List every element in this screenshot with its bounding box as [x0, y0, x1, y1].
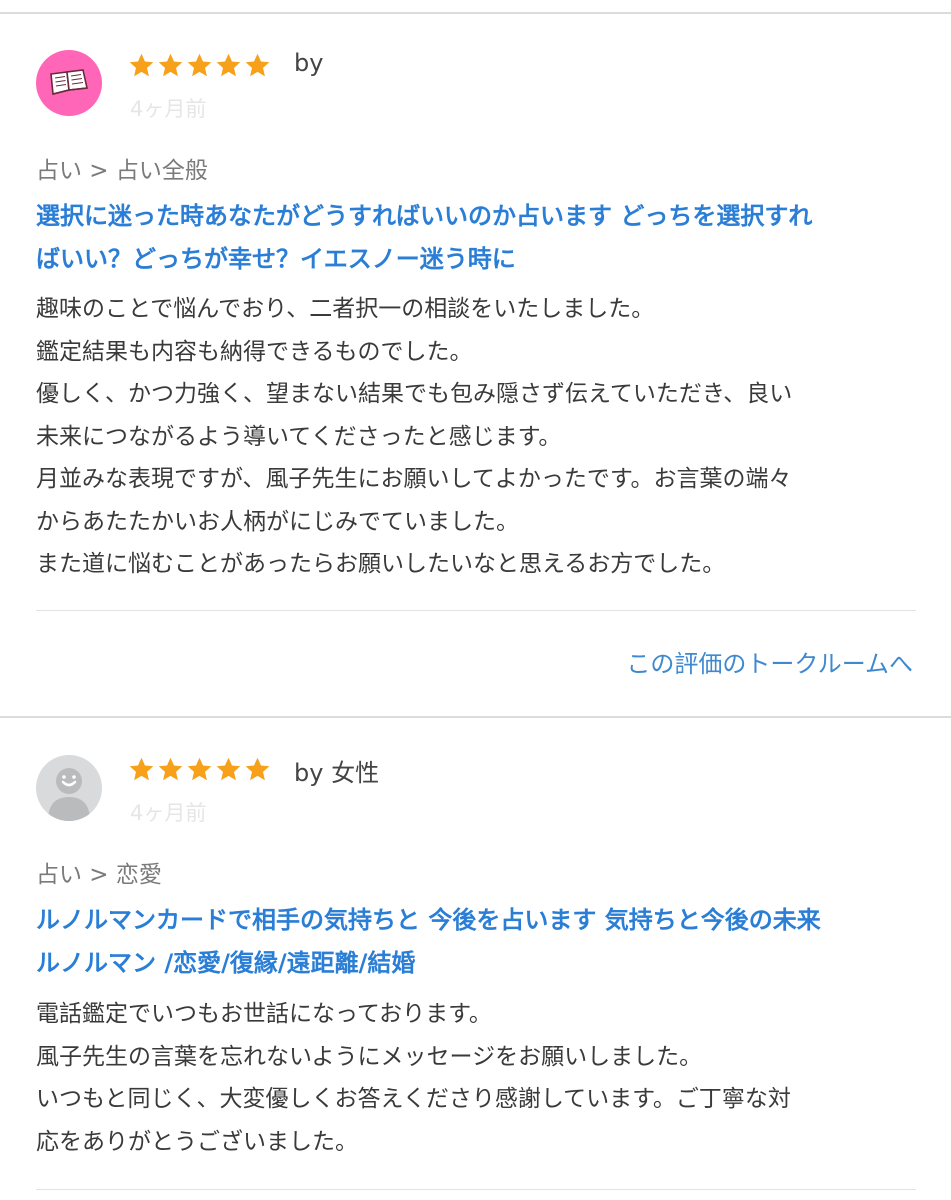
title-line: ルノルマンカードで相手の気持ちと 今後を占います 気持ちと今後の未来 — [36, 906, 821, 934]
review-body: 趣味のことで悩んでおり、二者択一の相談をいたしました。 鑑定結果も内容も納得でき… — [36, 288, 926, 586]
divider — [36, 610, 916, 611]
star-icon — [245, 757, 270, 781]
review-date: 4ヶ月前 — [130, 97, 207, 121]
divider — [36, 1189, 916, 1190]
breadcrumb: 占い > 恋愛 — [36, 862, 162, 888]
book-icon — [50, 69, 88, 96]
title-line: 選択に迷った時あなたがどうすればいいのか占います どっちを選択すれ — [36, 202, 813, 230]
rating-stars — [128, 756, 271, 783]
star-icon — [216, 53, 241, 77]
review-divider — [0, 716, 951, 718]
avatar[interactable] — [36, 755, 102, 821]
body-line: いつもと同じく、大変優しくお答えくださり感謝しています。ご丁寧な対 — [36, 1086, 791, 1112]
body-line: 未来につながるよう導いてくださったと感じます。 — [36, 423, 562, 450]
star-icon — [187, 53, 212, 77]
title-line: ばいい？どっちが幸せ？イエスノー迷う時に — [36, 245, 516, 273]
avatar[interactable] — [36, 50, 102, 116]
star-icon — [158, 53, 183, 77]
body-line: 鑑定結果も内容も納得できるものでした。 — [36, 338, 473, 365]
star-icon — [216, 757, 241, 781]
star-icon — [187, 757, 212, 781]
reviewer-name: by — [294, 49, 324, 77]
title-line: ルノルマン /恋愛/復縁/遠距離/結婚 — [36, 949, 416, 977]
body-line: 趣味のことで悩んでおり、二者択一の相談をいたしました。 — [36, 296, 655, 322]
service-title-link[interactable]: 選択に迷った時あなたがどうすればいいのか占います どっちを選択すれ ばいい？どっ… — [36, 195, 916, 281]
body-line: 応をありがとうございました。 — [36, 1128, 358, 1155]
reviewer-name: by 女性 — [294, 759, 380, 787]
body-line: 優しく、かつ力強く、望まない結果でも包み隠さず伝えていただき、良い — [36, 381, 793, 407]
body-line: 月並みな表現ですが、風子先生にお願いしてよかったです。お言葉の端々 — [36, 466, 792, 492]
body-line: 風子先生の言葉を忘れないようにメッセージをお願いしました。 — [36, 1043, 703, 1070]
star-icon — [158, 757, 183, 781]
star-icon — [129, 53, 154, 77]
review-date: 4ヶ月前 — [130, 801, 207, 825]
body-line: 電話鑑定でいつもお世話になっております。 — [36, 1001, 492, 1027]
breadcrumb: 占い > 占い全般 — [36, 158, 208, 184]
star-icon — [245, 53, 270, 77]
body-line: また道に悩むことがあったらお願いしたいなと思えるお方でした。 — [36, 551, 726, 577]
top-divider — [0, 12, 951, 14]
body-line: からあたたかいお人柄がにじみでていました。 — [36, 508, 519, 535]
review-body: 電話鑑定でいつもお世話になっております。 風子先生の言葉を忘れないようにメッセー… — [36, 993, 926, 1163]
default-user-icon — [48, 768, 90, 821]
rating-stars — [128, 52, 271, 79]
talkroom-link[interactable]: この評価のトークルームへ — [626, 644, 913, 679]
service-title-link[interactable]: ルノルマンカードで相手の気持ちと 今後を占います 気持ちと今後の未来 ルノルマン… — [36, 899, 916, 985]
star-icon — [129, 757, 154, 781]
